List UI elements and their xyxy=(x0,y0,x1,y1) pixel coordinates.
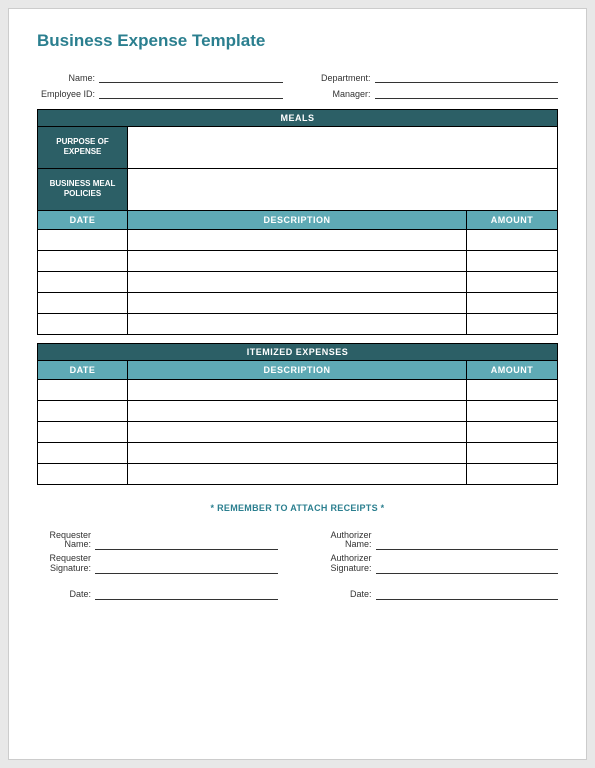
requester-signature-row: Requester Signature: xyxy=(37,554,278,574)
authorizer-date-label: Date: xyxy=(318,590,376,600)
itemized-desc-cell[interactable] xyxy=(128,401,467,421)
meals-date-cell[interactable] xyxy=(38,230,128,250)
department-field: Department: xyxy=(313,71,559,83)
itemized-row xyxy=(37,464,558,485)
meals-date-cell[interactable] xyxy=(38,251,128,271)
meals-column-headers: DATE DESCRIPTION AMOUNT xyxy=(37,211,558,230)
section-spacer xyxy=(37,335,558,343)
meals-desc-cell[interactable] xyxy=(128,230,467,250)
authorizer-date-row: Date: xyxy=(318,586,559,600)
itemized-desc-cell[interactable] xyxy=(128,422,467,442)
meals-amount-cell[interactable] xyxy=(467,272,557,292)
requester-date-row: Date: xyxy=(37,586,278,600)
meals-amount-cell[interactable] xyxy=(467,314,557,334)
itemized-amount-cell[interactable] xyxy=(467,422,557,442)
employee-id-label: Employee ID: xyxy=(37,89,99,99)
meals-desc-cell[interactable] xyxy=(128,314,467,334)
manager-field: Manager: xyxy=(313,87,559,99)
receipts-reminder: * REMEMBER TO ATTACH RECEIPTS * xyxy=(37,503,558,513)
itemized-desc-cell[interactable] xyxy=(128,443,467,463)
itemized-date-cell[interactable] xyxy=(38,380,128,400)
itemized-row xyxy=(37,422,558,443)
department-input-line[interactable] xyxy=(375,71,559,83)
purpose-row: PURPOSE OF EXPENSE xyxy=(37,127,558,169)
itemized-row xyxy=(37,443,558,464)
meals-row xyxy=(37,230,558,251)
meals-row xyxy=(37,293,558,314)
meals-desc-cell[interactable] xyxy=(128,293,467,313)
requester-name-row: Requester Name: xyxy=(37,531,278,551)
header-row-2: Employee ID: Manager: xyxy=(37,87,558,99)
requester-column: Requester Name: Requester Signature: Dat… xyxy=(37,531,278,605)
policies-label: BUSINESS MEAL POLICIES xyxy=(38,169,128,210)
meals-amount-cell[interactable] xyxy=(467,293,557,313)
department-label: Department: xyxy=(313,73,375,83)
requester-date-line[interactable] xyxy=(95,586,278,600)
requester-date-label: Date: xyxy=(37,590,95,600)
meals-date-cell[interactable] xyxy=(38,314,128,334)
itemized-date-cell[interactable] xyxy=(38,401,128,421)
meals-desc-cell[interactable] xyxy=(128,272,467,292)
authorizer-signature-line[interactable] xyxy=(376,560,559,574)
requester-name-label: Requester Name: xyxy=(37,531,95,551)
meals-col-amount: AMOUNT xyxy=(467,211,557,229)
meals-desc-cell[interactable] xyxy=(128,251,467,271)
meals-col-date: DATE xyxy=(38,211,128,229)
itemized-desc-cell[interactable] xyxy=(128,464,467,484)
itemized-row xyxy=(37,380,558,401)
itemized-col-amount: AMOUNT xyxy=(467,361,557,379)
name-field: Name: xyxy=(37,71,283,83)
itemized-amount-cell[interactable] xyxy=(467,380,557,400)
meals-row xyxy=(37,251,558,272)
meals-amount-cell[interactable] xyxy=(467,230,557,250)
manager-label: Manager: xyxy=(313,89,375,99)
employee-id-input-line[interactable] xyxy=(99,87,283,99)
signature-block: Requester Name: Requester Signature: Dat… xyxy=(37,531,558,605)
itemized-date-cell[interactable] xyxy=(38,464,128,484)
itemized-col-description: DESCRIPTION xyxy=(128,361,467,379)
requester-signature-line[interactable] xyxy=(95,560,278,574)
meals-date-cell[interactable] xyxy=(38,293,128,313)
name-label: Name: xyxy=(37,73,99,83)
itemized-col-date: DATE xyxy=(38,361,128,379)
authorizer-signature-row: Authorizer Signature: xyxy=(318,554,559,574)
itemized-date-cell[interactable] xyxy=(38,443,128,463)
authorizer-date-line[interactable] xyxy=(376,586,559,600)
manager-input-line[interactable] xyxy=(375,87,559,99)
meals-row xyxy=(37,272,558,293)
itemized-desc-cell[interactable] xyxy=(128,380,467,400)
itemized-column-headers: DATE DESCRIPTION AMOUNT xyxy=(37,361,558,380)
itemized-date-cell[interactable] xyxy=(38,422,128,442)
policies-input[interactable] xyxy=(128,169,557,210)
header-row-1: Name: Department: xyxy=(37,71,558,83)
expense-template-page: Business Expense Template Name: Departme… xyxy=(8,8,587,760)
requester-signature-label: Requester Signature: xyxy=(37,554,95,574)
employee-id-field: Employee ID: xyxy=(37,87,283,99)
meals-amount-cell[interactable] xyxy=(467,251,557,271)
purpose-input[interactable] xyxy=(128,127,557,168)
meals-col-description: DESCRIPTION xyxy=(128,211,467,229)
name-input-line[interactable] xyxy=(99,71,283,83)
authorizer-name-label: Authorizer Name: xyxy=(318,531,376,551)
purpose-label: PURPOSE OF EXPENSE xyxy=(38,127,128,168)
authorizer-column: Authorizer Name: Authorizer Signature: D… xyxy=(318,531,559,605)
itemized-amount-cell[interactable] xyxy=(467,443,557,463)
authorizer-name-line[interactable] xyxy=(376,536,559,550)
requester-name-line[interactable] xyxy=(95,536,278,550)
meals-section-header: MEALS xyxy=(37,109,558,127)
itemized-row xyxy=(37,401,558,422)
authorizer-signature-label: Authorizer Signature: xyxy=(318,554,376,574)
itemized-section-header: ITEMIZED EXPENSES xyxy=(37,343,558,361)
meals-date-cell[interactable] xyxy=(38,272,128,292)
itemized-amount-cell[interactable] xyxy=(467,464,557,484)
authorizer-name-row: Authorizer Name: xyxy=(318,531,559,551)
itemized-amount-cell[interactable] xyxy=(467,401,557,421)
page-title: Business Expense Template xyxy=(37,31,558,51)
meals-row xyxy=(37,314,558,335)
policies-row: BUSINESS MEAL POLICIES xyxy=(37,169,558,211)
